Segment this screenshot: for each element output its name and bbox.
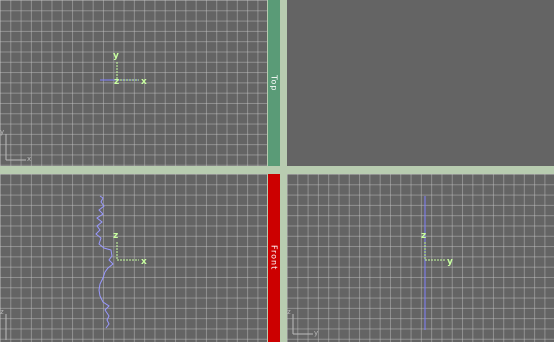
gizmo-z-label: z — [113, 231, 118, 241]
corner-axis: z — [0, 308, 7, 340]
viewport-bottom-left-canvas: z x z — [0, 195, 147, 340]
gizmo-y-label: y — [447, 257, 453, 267]
gizmo-x-label: x — [141, 77, 147, 87]
viewport-label-top[interactable]: Top — [268, 0, 280, 166]
corner-axis: y x — [0, 128, 31, 163]
axis-gizmo: z x — [113, 231, 147, 267]
viewport-label-top-text: Top — [269, 74, 279, 92]
axis-gizmo: y z x — [100, 51, 147, 87]
gizmo-z-label: z — [421, 231, 426, 241]
axis-gizmo: z y — [421, 231, 453, 267]
viewport-bottom-right[interactable]: z y z y — [287, 174, 554, 342]
viewport-top-left-canvas: y z x y x — [0, 51, 147, 163]
gizmo-z-label: z — [114, 77, 119, 87]
gizmo-x-label: x — [141, 257, 147, 267]
gizmo-y-label: y — [113, 51, 119, 61]
viewport-top-right[interactable] — [287, 0, 554, 166]
corner-z-label: z — [287, 308, 291, 316]
viewport-bottom-left[interactable]: z x z — [0, 174, 267, 342]
corner-z-label: z — [0, 308, 4, 316]
viewport-label-front-text: Front — [269, 245, 279, 271]
corner-x-label: x — [27, 155, 31, 163]
corner-y-label: y — [0, 128, 4, 136]
corner-y-label: y — [314, 329, 318, 337]
viewport-label-front[interactable]: Front — [268, 174, 280, 342]
viewport-bottom-right-canvas: z y z y — [287, 196, 453, 337]
viewport-top-left[interactable]: y z x y x — [0, 0, 267, 166]
corner-axis: z y — [287, 308, 318, 337]
profile-curve — [95, 195, 114, 329]
